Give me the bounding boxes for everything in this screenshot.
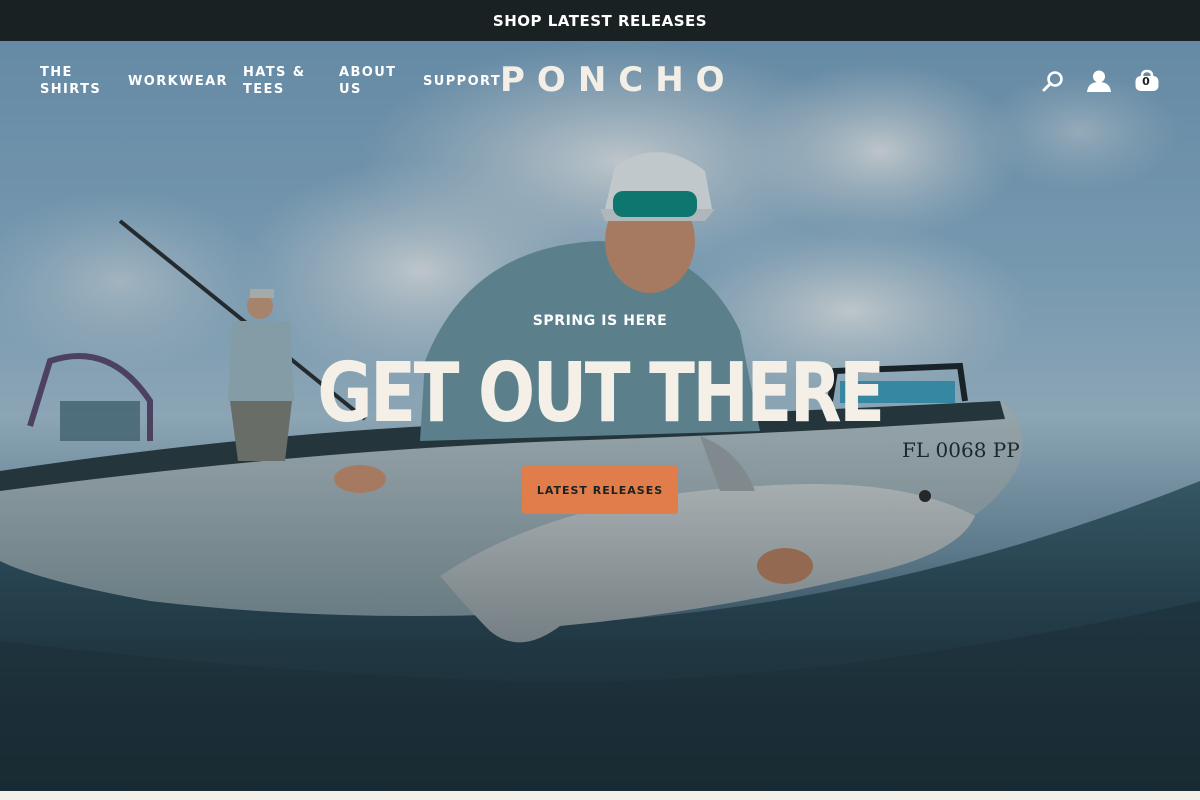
nav-the-shirts[interactable]: THE SHIRTS — [40, 64, 101, 98]
nav-the-shirts-line1: THE — [40, 65, 73, 80]
latest-releases-button[interactable]: LATEST RELEASES — [522, 466, 678, 514]
account-icon[interactable] — [1084, 66, 1114, 96]
logo[interactable]: PONCHO — [500, 59, 725, 101]
cart-icon[interactable]: 0 — [1133, 66, 1161, 96]
nav-about-us-line2: US — [339, 82, 362, 97]
hero-eyebrow: SPRING IS HERE — [532, 313, 668, 329]
nav-support-label: SUPPORT — [423, 74, 502, 89]
search-icon[interactable] — [1038, 66, 1068, 96]
cart-count-badge: 0 — [1142, 75, 1150, 88]
hero-headline: GET OUT THERE — [317, 346, 885, 441]
nav-the-shirts-line2: SHIRTS — [40, 82, 102, 97]
page-bottom-edge — [0, 791, 1200, 800]
nav-hats-tees-line1: HATS & — [243, 65, 306, 80]
nav-about-us-line1: ABOUT — [339, 65, 397, 80]
nav-hats-tees-line2: TEES — [243, 82, 285, 97]
nav-workwear-label: WORKWEAR — [128, 74, 228, 89]
nav-hats-tees[interactable]: HATS & TEES — [243, 64, 305, 98]
nav-support[interactable]: SUPPORT — [423, 73, 501, 90]
announcement-bar[interactable]: SHOP LATEST RELEASES — [0, 0, 1200, 41]
nav-about-us[interactable]: ABOUT US — [339, 64, 396, 98]
nav-workwear[interactable]: WORKWEAR — [128, 73, 228, 90]
